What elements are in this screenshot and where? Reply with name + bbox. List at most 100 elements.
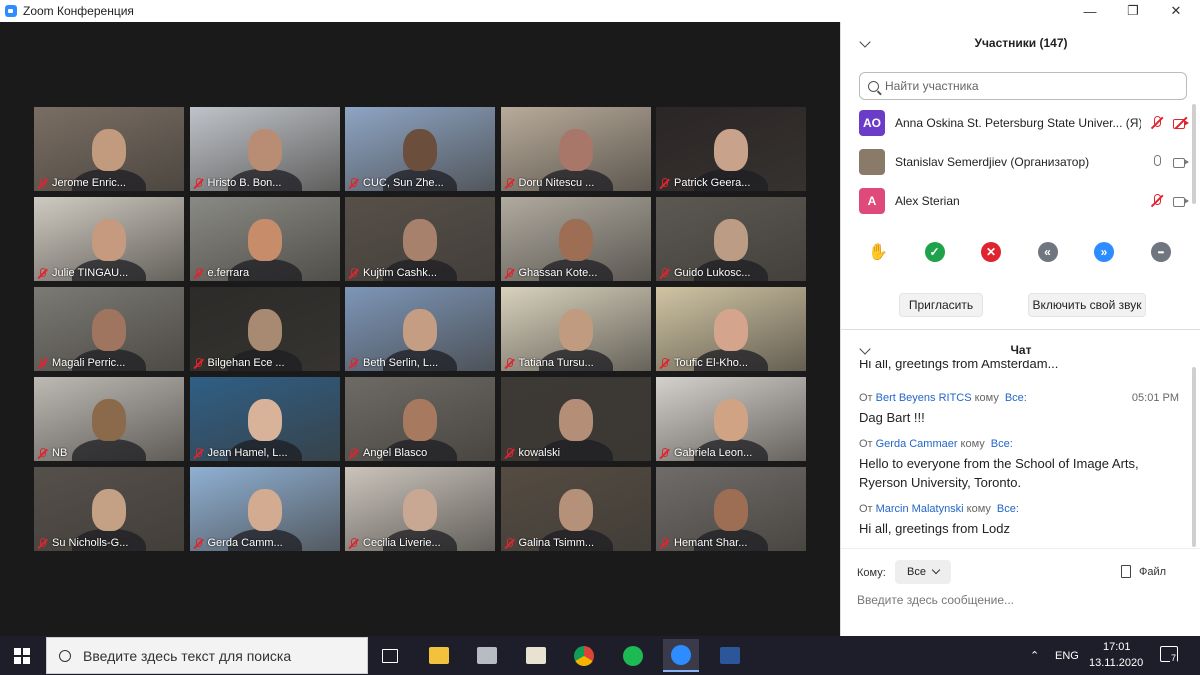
chat-sender-link[interactable]: Marcin Malatynski <box>876 503 964 515</box>
unmute-self-button[interactable]: Включить свой звук <box>1028 293 1146 317</box>
participants-title: Участники (147) <box>974 36 1068 50</box>
participant-video-tile[interactable]: Hristo B. Bon... <box>189 107 340 191</box>
participant-video-tile[interactable]: CUC, Sun Zhe... <box>345 107 495 191</box>
recipient-select[interactable]: Все <box>895 560 951 584</box>
notifications-count: 7 <box>1170 653 1178 663</box>
participant-video-tile[interactable]: Magali Perric... <box>34 287 184 371</box>
participant-video-tile[interactable]: Jean Hamel, L... <box>189 377 340 461</box>
invite-button[interactable]: Пригласить <box>899 293 983 317</box>
participant-video-tile[interactable]: Kujtim Cashk... <box>345 197 495 281</box>
recipient-value: Все <box>907 566 926 578</box>
participant-video-tile[interactable]: Gerda Camm... <box>189 467 340 551</box>
to-label: Кому: <box>857 567 886 579</box>
participant-video-tile[interactable]: Galina Tsimm... <box>500 467 651 551</box>
chat-recipient-link[interactable]: Все: <box>991 438 1013 450</box>
muted-mic-icon <box>348 447 359 459</box>
participant-video-tile[interactable]: Toufic El-Kho... <box>656 287 806 371</box>
participant-video-tile[interactable]: Tatiana Tursu... <box>500 287 651 371</box>
windows-start-button[interactable] <box>4 639 40 672</box>
participant-face <box>714 129 748 171</box>
participant-video-tile[interactable]: Guido Lukosc... <box>656 197 806 281</box>
muted-mic-icon <box>37 357 48 369</box>
file-button[interactable]: Файл <box>1121 565 1166 578</box>
chrome-icon[interactable] <box>566 639 602 672</box>
search-icon <box>868 80 879 92</box>
participant-video-tile[interactable]: Julie TINGAU... <box>34 197 184 281</box>
chat-sender-link[interactable]: Gerda Cammaer <box>876 438 958 450</box>
no-icon[interactable]: ✕ <box>981 242 1001 262</box>
chat-message-meta: От Bert Beyens RITCS кому Все: 05:01 PM <box>859 392 1179 404</box>
muted-mic-icon[interactable] <box>1149 116 1165 130</box>
participant-face <box>247 129 282 171</box>
chrome-icon-glyph <box>574 645 594 666</box>
participant-video-tile[interactable]: NB <box>34 377 184 461</box>
zoom-icon[interactable] <box>663 639 699 672</box>
muted-mic-icon <box>504 267 515 279</box>
paint-app-icon[interactable] <box>518 639 554 672</box>
faster-icon[interactable]: » <box>1094 242 1114 262</box>
participant-video-tile[interactable]: Doru Nitescu ... <box>500 107 651 191</box>
participant-row[interactable]: Stanislav Semerdjiev (Организатор) <box>859 145 1189 179</box>
participant-row[interactable]: A Alex Sterian <box>859 184 1189 218</box>
slower-icon[interactable]: « <box>1037 242 1058 262</box>
task-view-icon[interactable] <box>372 639 408 672</box>
mic-icon[interactable] <box>1149 155 1165 169</box>
video-camera-icon[interactable] <box>1173 155 1189 169</box>
scanner-app-icon[interactable] <box>469 639 505 672</box>
video-camera-icon[interactable] <box>1173 194 1189 208</box>
participant-name: Guido Lukosc... <box>674 267 751 279</box>
word-icon[interactable] <box>712 639 748 672</box>
show-hidden-icons-chevron[interactable]: ⌃ <box>1030 649 1039 662</box>
clock-date[interactable]: 13.11.2020 <box>1089 657 1143 669</box>
notifications-icon[interactable]: 7 <box>1160 646 1178 663</box>
spotify-icon[interactable] <box>615 639 651 672</box>
participant-video-tile[interactable]: Gabriela Leon... <box>656 377 806 461</box>
minimize-button[interactable]: — <box>1070 0 1110 22</box>
participant-video-tile[interactable]: Bilgehan Ece ... <box>189 287 340 371</box>
participant-video-tile[interactable]: Beth Serlin, L... <box>345 287 495 371</box>
participant-face <box>714 219 748 261</box>
chat-recipient-link[interactable]: Все: <box>997 503 1019 515</box>
more-icon[interactable]: ••• <box>1150 242 1171 262</box>
participant-video-tile[interactable]: Cecilia Liverie... <box>345 467 495 551</box>
clock-time[interactable]: 17:01 <box>1103 641 1131 653</box>
taskbar-search-box[interactable]: Введите здесь текст для поиска <box>46 637 368 674</box>
participant-row[interactable]: AO Anna Oskina St. Petersburg State Unive… <box>859 106 1189 140</box>
participant-name-label: Toufic El-Kho... <box>659 357 804 369</box>
chat-recipient-link[interactable]: Все: <box>1005 392 1027 404</box>
muted-mic-icon[interactable] <box>1149 194 1165 208</box>
participant-name-label: Su Nicholls-G... <box>37 537 182 549</box>
participant-face <box>403 399 437 441</box>
participant-video-tile[interactable]: e.ferrara <box>189 197 340 281</box>
muted-mic-icon <box>504 537 515 549</box>
windows-logo-icon <box>14 647 30 664</box>
chat-sender-link[interactable]: Bert Beyens RITCS <box>876 392 972 404</box>
participant-video-tile[interactable]: Ghassan Kote... <box>500 197 651 281</box>
participant-video-tile[interactable]: Su Nicholls-G... <box>34 467 184 551</box>
participant-name: Jean Hamel, L... <box>207 447 288 459</box>
participant-name-label: Hemant Shar... <box>659 537 804 549</box>
maximize-button[interactable]: ❐ <box>1113 0 1153 22</box>
participant-name-label: Galina Tsimm... <box>504 537 649 549</box>
participants-scrollbar[interactable] <box>1192 104 1196 204</box>
task-view-icon-glyph <box>382 648 398 663</box>
raise-hand-icon[interactable]: ✋ <box>868 242 888 262</box>
chat-message: От Bert Beyens RITCS кому Все: 05:01 PM Dag B… <box>859 392 1179 427</box>
file-explorer-icon[interactable] <box>421 639 457 672</box>
participant-video-tile[interactable]: Jerome Enric... <box>34 107 184 191</box>
participant-video-tile[interactable]: Hemant Shar... <box>656 467 806 551</box>
language-indicator[interactable]: ENG <box>1055 650 1079 662</box>
muted-mic-icon <box>659 267 670 279</box>
participant-video-tile[interactable]: Angel Blasco <box>345 377 495 461</box>
participant-name-label: Hristo B. Bon... <box>193 177 338 189</box>
yes-icon[interactable]: ✓ <box>924 242 945 262</box>
chat-partial-line: Hi all, greetings from Amsterdam... <box>859 360 1059 371</box>
video-off-icon[interactable] <box>1173 116 1189 130</box>
chat-scrollbar[interactable] <box>1192 367 1196 547</box>
participant-video-tile[interactable]: Patrick Geera... <box>656 107 806 191</box>
participant-video-tile[interactable]: kowalski <box>500 377 651 461</box>
chat-compose: Кому: Все Файл Введите здесь сообщение..… <box>841 548 1200 636</box>
participant-search-input[interactable]: Найти участника <box>859 72 1187 100</box>
chat-message-input[interactable]: Введите здесь сообщение... <box>857 593 1177 607</box>
close-window-button[interactable]: ✕ <box>1156 0 1196 22</box>
